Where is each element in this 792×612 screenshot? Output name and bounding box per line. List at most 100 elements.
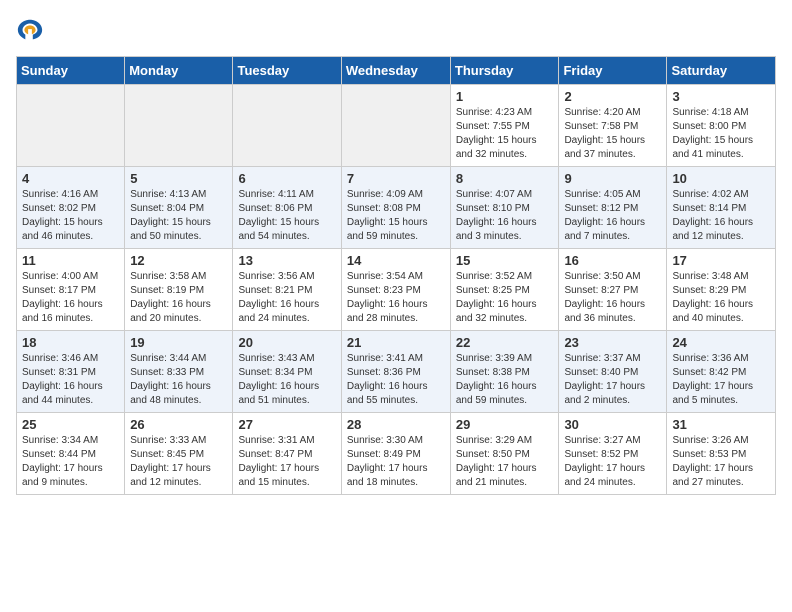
day-number: 27 bbox=[238, 417, 335, 432]
calendar-cell bbox=[17, 85, 125, 167]
calendar-cell: 4 Sunrise: 4:16 AM Sunset: 8:02 PM Daylig… bbox=[17, 167, 125, 249]
day-number: 6 bbox=[238, 171, 335, 186]
day-info: Sunrise: 3:36 AM Sunset: 8:42 PM Dayligh… bbox=[672, 352, 770, 408]
calendar-cell: 26 Sunrise: 3:33 AM Sunset: 8:45 PM Dayli… bbox=[125, 413, 233, 495]
calendar-cell: 1Sunrise: 4:23 AM Sunset: 7:55 PM Daylig… bbox=[450, 85, 559, 167]
day-info: Sunrise: 3:56 AM Sunset: 8:21 PM Dayligh… bbox=[238, 270, 335, 326]
day-number: 12 bbox=[130, 253, 227, 268]
day-info: Sunrise: 3:39 AM Sunset: 8:38 PM Dayligh… bbox=[456, 352, 554, 408]
calendar-cell: 21 Sunrise: 3:41 AM Sunset: 8:36 PM Dayli… bbox=[341, 331, 450, 413]
day-info: Sunrise: 3:58 AM Sunset: 8:19 PM Dayligh… bbox=[130, 270, 227, 326]
day-number: 8 bbox=[456, 171, 554, 186]
calendar-cell: 15 Sunrise: 3:52 AM Sunset: 8:25 PM Dayli… bbox=[450, 249, 559, 331]
calendar-cell: 30 Sunrise: 3:27 AM Sunset: 8:52 PM Dayli… bbox=[559, 413, 667, 495]
day-number: 11 bbox=[22, 253, 119, 268]
day-number: 10 bbox=[672, 171, 770, 186]
calendar-week-1: 1Sunrise: 4:23 AM Sunset: 7:55 PM Daylig… bbox=[17, 85, 776, 167]
calendar-week-3: 11 Sunrise: 4:00 AM Sunset: 8:17 PM Dayli… bbox=[17, 249, 776, 331]
calendar-week-2: 4 Sunrise: 4:16 AM Sunset: 8:02 PM Daylig… bbox=[17, 167, 776, 249]
calendar-cell: 23 Sunrise: 3:37 AM Sunset: 8:40 PM Dayli… bbox=[559, 331, 667, 413]
day-number: 13 bbox=[238, 253, 335, 268]
weekday-header-saturday: Saturday bbox=[667, 57, 776, 85]
day-info: Sunrise: 4:13 AM Sunset: 8:04 PM Dayligh… bbox=[130, 188, 227, 244]
calendar-cell: 6Sunrise: 4:11 AM Sunset: 8:06 PM Daylig… bbox=[233, 167, 341, 249]
calendar-cell: 29Sunrise: 3:29 AM Sunset: 8:50 PM Dayli… bbox=[450, 413, 559, 495]
page-header bbox=[16, 16, 776, 44]
day-info: Sunrise: 4:00 AM Sunset: 8:17 PM Dayligh… bbox=[22, 270, 119, 326]
weekday-header-thursday: Thursday bbox=[450, 57, 559, 85]
calendar-cell: 2 Sunrise: 4:20 AM Sunset: 7:58 PM Daylig… bbox=[559, 85, 667, 167]
day-number: 15 bbox=[456, 253, 554, 268]
calendar-cell: 3 Sunrise: 4:18 AM Sunset: 8:00 PM Daylig… bbox=[667, 85, 776, 167]
day-info: Sunrise: 3:41 AM Sunset: 8:36 PM Dayligh… bbox=[347, 352, 445, 408]
day-info: Sunrise: 3:43 AM Sunset: 8:34 PM Dayligh… bbox=[238, 352, 335, 408]
calendar-cell: 27 Sunrise: 3:31 AM Sunset: 8:47 PM Dayli… bbox=[233, 413, 341, 495]
calendar-cell bbox=[233, 85, 341, 167]
calendar-week-4: 18 Sunrise: 3:46 AM Sunset: 8:31 PM Dayli… bbox=[17, 331, 776, 413]
day-number: 28 bbox=[347, 417, 445, 432]
day-info: Sunrise: 3:44 AM Sunset: 8:33 PM Dayligh… bbox=[130, 352, 227, 408]
weekday-header-friday: Friday bbox=[559, 57, 667, 85]
day-info: Sunrise: 3:52 AM Sunset: 8:25 PM Dayligh… bbox=[456, 270, 554, 326]
day-info: Sunrise: 3:48 AM Sunset: 8:29 PM Dayligh… bbox=[672, 270, 770, 326]
calendar-cell: 28 Sunrise: 3:30 AM Sunset: 8:49 PM Dayli… bbox=[341, 413, 450, 495]
day-info: Sunrise: 3:46 AM Sunset: 8:31 PM Dayligh… bbox=[22, 352, 119, 408]
calendar-cell: 31 Sunrise: 3:26 AM Sunset: 8:53 PM Dayli… bbox=[667, 413, 776, 495]
calendar-cell bbox=[125, 85, 233, 167]
day-info: Sunrise: 4:20 AM Sunset: 7:58 PM Dayligh… bbox=[564, 106, 661, 162]
day-number: 2 bbox=[564, 89, 661, 104]
day-number: 19 bbox=[130, 335, 227, 350]
calendar-cell bbox=[341, 85, 450, 167]
calendar-cell: 17 Sunrise: 3:48 AM Sunset: 8:29 PM Dayli… bbox=[667, 249, 776, 331]
day-info: Sunrise: 4:16 AM Sunset: 8:02 PM Dayligh… bbox=[22, 188, 119, 244]
day-info: Sunrise: 3:37 AM Sunset: 8:40 PM Dayligh… bbox=[564, 352, 661, 408]
day-info: Sunrise: 3:26 AM Sunset: 8:53 PM Dayligh… bbox=[672, 434, 770, 490]
calendar-cell: 14 Sunrise: 3:54 AM Sunset: 8:23 PM Dayli… bbox=[341, 249, 450, 331]
day-number: 29 bbox=[456, 417, 554, 432]
day-number: 20 bbox=[238, 335, 335, 350]
weekday-header-row: SundayMondayTuesdayWednesdayThursdayFrid… bbox=[17, 57, 776, 85]
day-info: Sunrise: 3:30 AM Sunset: 8:49 PM Dayligh… bbox=[347, 434, 445, 490]
day-info: Sunrise: 4:07 AM Sunset: 8:10 PM Dayligh… bbox=[456, 188, 554, 244]
day-number: 3 bbox=[672, 89, 770, 104]
calendar-cell: 7Sunrise: 4:09 AM Sunset: 8:08 PM Daylig… bbox=[341, 167, 450, 249]
logo-icon bbox=[16, 16, 44, 44]
day-number: 31 bbox=[672, 417, 770, 432]
calendar-cell: 12 Sunrise: 3:58 AM Sunset: 8:19 PM Dayli… bbox=[125, 249, 233, 331]
calendar-cell: 8 Sunrise: 4:07 AM Sunset: 8:10 PM Daylig… bbox=[450, 167, 559, 249]
day-info: Sunrise: 4:18 AM Sunset: 8:00 PM Dayligh… bbox=[672, 106, 770, 162]
day-info: Sunrise: 3:33 AM Sunset: 8:45 PM Dayligh… bbox=[130, 434, 227, 490]
day-info: Sunrise: 4:05 AM Sunset: 8:12 PM Dayligh… bbox=[564, 188, 661, 244]
day-number: 24 bbox=[672, 335, 770, 350]
calendar-cell: 5Sunrise: 4:13 AM Sunset: 8:04 PM Daylig… bbox=[125, 167, 233, 249]
weekday-header-monday: Monday bbox=[125, 57, 233, 85]
day-number: 22 bbox=[456, 335, 554, 350]
day-number: 7 bbox=[347, 171, 445, 186]
weekday-header-sunday: Sunday bbox=[17, 57, 125, 85]
day-number: 9 bbox=[564, 171, 661, 186]
day-info: Sunrise: 3:54 AM Sunset: 8:23 PM Dayligh… bbox=[347, 270, 445, 326]
calendar-cell: 18 Sunrise: 3:46 AM Sunset: 8:31 PM Dayli… bbox=[17, 331, 125, 413]
day-number: 25 bbox=[22, 417, 119, 432]
calendar-cell: 24 Sunrise: 3:36 AM Sunset: 8:42 PM Dayli… bbox=[667, 331, 776, 413]
calendar-week-5: 25 Sunrise: 3:34 AM Sunset: 8:44 PM Dayli… bbox=[17, 413, 776, 495]
calendar-cell: 16Sunrise: 3:50 AM Sunset: 8:27 PM Dayli… bbox=[559, 249, 667, 331]
day-number: 4 bbox=[22, 171, 119, 186]
day-number: 30 bbox=[564, 417, 661, 432]
weekday-header-tuesday: Tuesday bbox=[233, 57, 341, 85]
day-number: 18 bbox=[22, 335, 119, 350]
day-number: 14 bbox=[347, 253, 445, 268]
calendar-table: SundayMondayTuesdayWednesdayThursdayFrid… bbox=[16, 56, 776, 495]
day-info: Sunrise: 3:34 AM Sunset: 8:44 PM Dayligh… bbox=[22, 434, 119, 490]
day-info: Sunrise: 3:27 AM Sunset: 8:52 PM Dayligh… bbox=[564, 434, 661, 490]
day-info: Sunrise: 3:31 AM Sunset: 8:47 PM Dayligh… bbox=[238, 434, 335, 490]
calendar-cell: 22 Sunrise: 3:39 AM Sunset: 8:38 PM Dayli… bbox=[450, 331, 559, 413]
day-number: 21 bbox=[347, 335, 445, 350]
day-number: 26 bbox=[130, 417, 227, 432]
calendar-cell: 10Sunrise: 4:02 AM Sunset: 8:14 PM Dayli… bbox=[667, 167, 776, 249]
calendar-cell: 11 Sunrise: 4:00 AM Sunset: 8:17 PM Dayli… bbox=[17, 249, 125, 331]
day-number: 17 bbox=[672, 253, 770, 268]
day-number: 23 bbox=[564, 335, 661, 350]
day-number: 1 bbox=[456, 89, 554, 104]
day-number: 16 bbox=[564, 253, 661, 268]
